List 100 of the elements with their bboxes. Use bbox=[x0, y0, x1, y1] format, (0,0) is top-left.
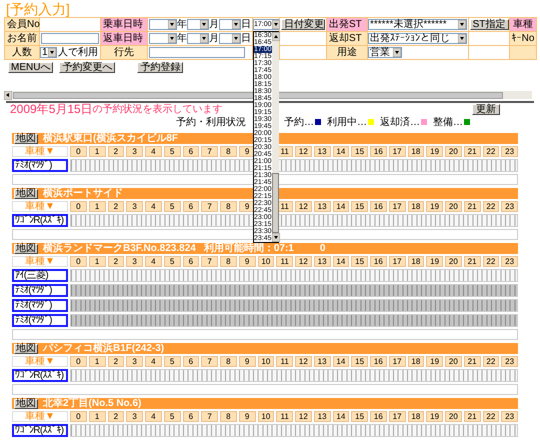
hour-cell: 17 bbox=[388, 356, 406, 367]
vehicle-name[interactable]: ﾃﾐｵ(ﾏﾂﾀﾞ) bbox=[12, 159, 68, 172]
hour-cell: 5 bbox=[164, 256, 180, 267]
hour-cell: 16 bbox=[370, 256, 387, 267]
hour-cell: 22 bbox=[482, 256, 500, 267]
hour-cell: 10 bbox=[258, 356, 274, 367]
date-unit: 年 bbox=[177, 33, 187, 44]
station-name: 北幸2丁目(No.5 No.6) bbox=[43, 398, 142, 409]
hour-cell: 9 bbox=[238, 146, 256, 157]
hour-cell: 19 bbox=[426, 146, 443, 157]
map-button[interactable]: 地図 bbox=[14, 398, 38, 408]
hour-cell: 17 bbox=[388, 146, 406, 157]
dropdown-arrow-icon bbox=[48, 48, 56, 57]
select-field[interactable] bbox=[187, 19, 209, 30]
page-title: [予約入力] bbox=[6, 0, 70, 16]
nav-button[interactable]: 予約変更へ bbox=[59, 62, 116, 73]
field-label: 会員No bbox=[5, 18, 39, 31]
hour-cell: 7 bbox=[201, 201, 218, 212]
schedule-heading: の予約状況を表示しています bbox=[92, 103, 223, 116]
hour-cell: 13 bbox=[314, 356, 330, 367]
hour-cell: 4 bbox=[145, 411, 162, 422]
field-label: 用途 bbox=[327, 46, 367, 59]
hour-cell: 19 bbox=[426, 411, 443, 422]
map-button[interactable]: 地図 bbox=[14, 344, 38, 354]
hour-cell: 17 bbox=[388, 256, 406, 267]
list-scrollbar[interactable] bbox=[272, 32, 279, 242]
select-field[interactable] bbox=[149, 33, 177, 44]
hour-cell: 20 bbox=[445, 146, 462, 157]
map-button[interactable]: 地図 bbox=[14, 188, 38, 198]
hour-cell: 11 bbox=[276, 256, 293, 267]
hour-cell: 2 bbox=[108, 201, 124, 212]
hour-cell: 15 bbox=[351, 201, 368, 212]
field-label: 人数 bbox=[5, 46, 39, 59]
hour-cell: 2 bbox=[108, 411, 124, 422]
hour-cell: 1 bbox=[88, 146, 106, 157]
hour-cell: 21 bbox=[464, 256, 480, 267]
hour-cell: 18 bbox=[408, 201, 424, 212]
hour-cell: 16 bbox=[370, 201, 387, 212]
dropdown-arrow-icon bbox=[272, 20, 280, 29]
hour-cell: 7 bbox=[201, 356, 218, 367]
select-field[interactable] bbox=[149, 19, 177, 30]
hour-cell: 13 bbox=[314, 201, 330, 212]
hour-cell: 16 bbox=[370, 411, 387, 422]
vehicle-name[interactable]: ﾜｺﾞﾝR(ｽｽﾞｷ) bbox=[12, 369, 68, 382]
dropdown-arrow-icon bbox=[232, 20, 240, 29]
st-button[interactable]: ST指定 bbox=[470, 19, 508, 30]
date-unit: 月 bbox=[209, 19, 219, 30]
nav-button[interactable]: 予約登録 bbox=[137, 62, 184, 73]
station-name: パシフィコ横浜B1F(242-3) bbox=[43, 343, 164, 354]
hour-cell: 9 bbox=[238, 256, 256, 267]
hour-cell: 0 bbox=[70, 146, 87, 157]
select-field[interactable]: 出発ｽﾃｰｼｮﾝと同じ bbox=[368, 33, 467, 44]
select-field[interactable]: 営業 bbox=[368, 47, 402, 58]
scrollbar-thumb[interactable] bbox=[13, 92, 503, 98]
time-slot-track[interactable] bbox=[70, 369, 518, 382]
time-slot-track[interactable] bbox=[70, 424, 518, 437]
field-label: 行先 bbox=[101, 46, 147, 59]
hour-cell: 7 bbox=[201, 411, 218, 422]
hour-cell: 15 bbox=[351, 411, 368, 422]
select-field[interactable] bbox=[219, 33, 241, 44]
hour-cell: 5 bbox=[164, 201, 180, 212]
refresh-button[interactable]: 更新 bbox=[472, 104, 500, 115]
vehicle-name[interactable]: ｱｲ(三菱) bbox=[12, 269, 68, 282]
select-field[interactable] bbox=[219, 19, 241, 30]
hour-cell: 5 bbox=[164, 356, 180, 367]
select-field[interactable] bbox=[187, 33, 209, 44]
destination-input[interactable] bbox=[149, 47, 245, 58]
hour-cell: 9 bbox=[238, 411, 256, 422]
map-button[interactable]: 地図 bbox=[14, 134, 38, 144]
hour-cell: 23 bbox=[501, 201, 518, 212]
map-button[interactable]: 地図 bbox=[14, 244, 38, 254]
time-slot-track[interactable] bbox=[70, 214, 518, 227]
select-field[interactable]: 1 bbox=[40, 47, 57, 58]
hour-cell: 17 bbox=[388, 201, 406, 212]
name-input[interactable] bbox=[41, 33, 99, 44]
hour-cell: 15 bbox=[351, 256, 368, 267]
dropdown-arrow-icon bbox=[458, 34, 466, 43]
dropdown-arrow-icon bbox=[168, 34, 176, 43]
hour-cell: 14 bbox=[332, 201, 350, 212]
select-field[interactable]: ******未選択****** bbox=[368, 19, 467, 30]
hour-cell: 14 bbox=[332, 411, 350, 422]
station-name: 横浜ポートサイド bbox=[43, 188, 123, 199]
hour-cell: 13 bbox=[314, 411, 330, 422]
hour-cell: 14 bbox=[332, 356, 350, 367]
hour-cell: 10 bbox=[258, 411, 274, 422]
time-slot-track[interactable] bbox=[70, 269, 518, 282]
nav-button[interactable]: MENUへ bbox=[8, 62, 54, 73]
vehicle-name[interactable]: ﾜｺﾞﾝR(ｽｽﾞｷ) bbox=[12, 424, 68, 437]
hour-cell: 12 bbox=[295, 201, 312, 212]
date-unit: 年 bbox=[177, 19, 187, 30]
field-label: 乗車日時 bbox=[101, 18, 147, 31]
time-slot-track[interactable] bbox=[70, 159, 518, 172]
hour-cell: 9 bbox=[238, 356, 256, 367]
hour-cell: 8 bbox=[220, 146, 237, 157]
hour-cell: 20 bbox=[445, 201, 462, 212]
field-label: 返却ST bbox=[327, 32, 367, 45]
dropdown-arrow-icon bbox=[168, 20, 176, 29]
hour-cell: 23 bbox=[501, 256, 518, 267]
vehicle-name[interactable]: ﾜｺﾞﾝR(ｽｽﾞｷ) bbox=[12, 214, 68, 227]
station-name: 横浜駅東口(横浜スカイビル8F bbox=[43, 133, 178, 144]
